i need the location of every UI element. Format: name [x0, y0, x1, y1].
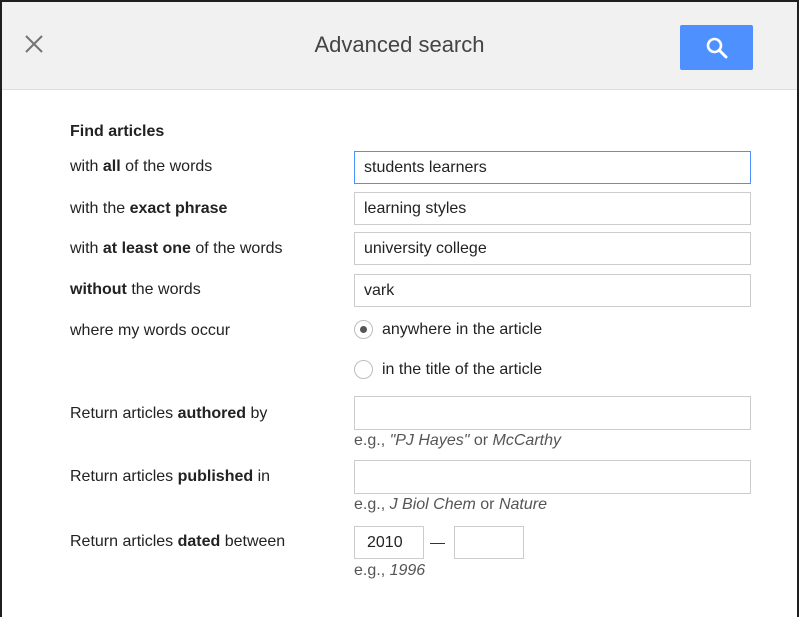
at-least-one-label: with at least one of the words [70, 240, 283, 257]
year-from-input[interactable] [354, 526, 424, 559]
search-button[interactable] [680, 25, 753, 70]
section-title-find-articles: Find articles [70, 123, 165, 140]
without-words-label: without the words [70, 281, 201, 298]
advanced-search-dialog: Advanced search Find articles with all o… [0, 0, 799, 617]
exact-phrase-label: with the exact phrase [70, 200, 228, 217]
radio-anywhere[interactable]: anywhere in the article [354, 320, 542, 339]
without-words-input[interactable] [354, 274, 751, 307]
radio-title-label: in the title of the article [382, 360, 543, 378]
dialog-header: Advanced search [2, 2, 797, 90]
published-label: Return articles published in [70, 468, 271, 485]
search-icon [706, 37, 727, 58]
all-words-input[interactable] [354, 151, 751, 184]
radio-anywhere-label: anywhere in the article [382, 320, 543, 338]
publication-hint: e.g., J Biol Chem or Nature [354, 496, 547, 513]
all-words-label: with all of the words [70, 158, 213, 175]
words-occur-label: where my words occur [70, 322, 231, 339]
year-hint: e.g., 1996 [354, 562, 426, 579]
dated-label: Return articles dated between [70, 533, 286, 550]
exact-phrase-input[interactable] [354, 192, 751, 225]
at-least-one-input[interactable] [354, 232, 751, 265]
dialog-title: Advanced search [314, 32, 485, 57]
authored-label: Return articles authored by [70, 405, 268, 422]
radio-title[interactable]: in the title of the article [354, 360, 542, 379]
publication-input[interactable] [354, 460, 751, 494]
author-hint: e.g., "PJ Hayes" or McCarthy [354, 432, 561, 449]
radio-button-checked[interactable] [354, 320, 373, 339]
year-to-input[interactable] [454, 526, 524, 559]
author-input[interactable] [354, 396, 751, 430]
year-range-dash [430, 543, 445, 544]
radio-button[interactable] [354, 360, 373, 379]
